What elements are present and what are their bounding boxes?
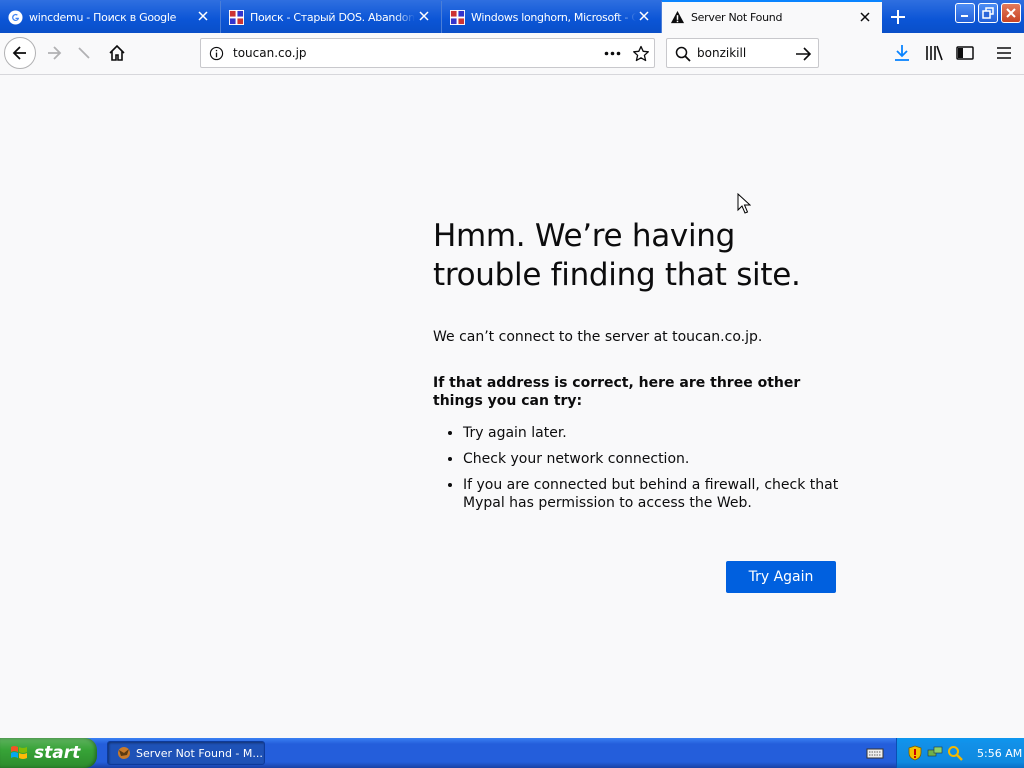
close-tab-icon[interactable] [858, 10, 872, 24]
error-description: We can’t connect to the server at toucan… [433, 329, 763, 345]
tab-title: Windows longhorn, Microsoft - Cy [471, 10, 636, 24]
library-button[interactable] [924, 43, 944, 63]
sidebar-icon [956, 46, 974, 60]
download-icon [895, 45, 909, 61]
sidebar-button[interactable] [955, 43, 975, 63]
tab-google[interactable]: wincdemu - Поиск в Google [0, 1, 221, 33]
bookmark-star-icon[interactable] [632, 45, 650, 63]
page-actions-icon[interactable] [604, 51, 621, 56]
windows-logo-icon [11, 746, 27, 759]
close-window-button[interactable] [1001, 3, 1021, 23]
error-title: Hmm. We’re having trouble finding that s… [433, 218, 801, 293]
tips-list: Try again later. Check your network conn… [433, 424, 843, 512]
tip-item: If you are connected but behind a firewa… [463, 476, 843, 512]
back-button[interactable] [4, 37, 36, 69]
tab-longhorn[interactable]: Windows longhorn, Microsoft - Cy [442, 1, 662, 33]
hamburger-menu-icon [997, 47, 1011, 59]
start-label: start [34, 743, 81, 763]
network-icon[interactable] [927, 745, 943, 761]
downloads-button[interactable] [892, 43, 912, 63]
minimize-button[interactable] [955, 3, 975, 23]
tab-server-not-found[interactable]: Server Not Found [662, 0, 882, 33]
tab-olddos-search[interactable]: Поиск - Старый DOS. Abandonware [221, 1, 442, 33]
system-tray: 5:56 AM [896, 738, 1024, 768]
library-icon [926, 45, 943, 61]
menu-button[interactable] [994, 43, 1014, 63]
restore-icon [982, 7, 994, 19]
stop-button[interactable] [75, 44, 93, 62]
security-shield-icon[interactable] [907, 745, 923, 761]
url-text[interactable]: toucan.co.jp [233, 46, 307, 60]
warning-icon [670, 10, 685, 24]
mouse-cursor-icon [737, 193, 751, 214]
tips-heading: If that address is correct, here are thr… [433, 375, 801, 409]
stop-icon [78, 47, 90, 59]
navigation-toolbar: toucan.co.jp bonzikill [0, 33, 1024, 75]
error-container: Hmm. We’re having trouble finding that s… [433, 217, 843, 520]
tab-title: Server Not Found [691, 11, 783, 24]
search-icon [675, 46, 691, 62]
start-button[interactable]: start [0, 738, 97, 768]
keyboard-icon[interactable] [866, 746, 884, 760]
back-arrow-icon [12, 46, 26, 60]
search-bar[interactable]: bonzikill [666, 38, 819, 68]
restore-button[interactable] [978, 3, 998, 23]
tab-title: Поиск - Старый DOS. Abandonware [250, 10, 415, 24]
new-tab-icon[interactable] [886, 5, 910, 29]
taskbar-item-browser[interactable]: Server Not Found - M... [107, 741, 265, 765]
forward-button[interactable] [43, 42, 65, 64]
tab-bar: wincdemu - Поиск в Google Поиск - Старый… [0, 0, 1024, 33]
tip-item: Check your network connection. [463, 450, 843, 468]
info-icon[interactable] [209, 46, 224, 61]
home-button[interactable] [106, 42, 128, 64]
home-icon [109, 44, 125, 61]
olddos-icon [450, 9, 465, 25]
search-go-arrow-icon[interactable] [795, 46, 812, 62]
search-input[interactable]: bonzikill [697, 46, 746, 60]
close-tab-icon[interactable] [417, 9, 431, 23]
taskbar-item-label: Server Not Found - M... [136, 746, 263, 760]
close-tab-icon[interactable] [637, 9, 651, 23]
try-again-button[interactable]: Try Again [726, 561, 836, 593]
tip-item: Try again later. [463, 424, 843, 442]
close-icon [1006, 8, 1016, 18]
forward-arrow-icon [48, 46, 62, 60]
search-tray-icon[interactable] [947, 745, 963, 761]
page-content: Hmm. We’re having trouble finding that s… [0, 75, 1024, 738]
minimize-icon [961, 15, 968, 17]
close-tab-icon[interactable] [196, 9, 210, 23]
tab-title: wincdemu - Поиск в Google [29, 10, 177, 24]
taskbar: start Server Not Found - M... 5:56 AM [0, 738, 1024, 768]
clock[interactable]: 5:56 AM [977, 747, 1022, 760]
url-bar[interactable]: toucan.co.jp [200, 38, 655, 68]
mypal-icon [118, 747, 130, 759]
google-icon [8, 9, 23, 25]
olddos-icon [229, 9, 244, 25]
